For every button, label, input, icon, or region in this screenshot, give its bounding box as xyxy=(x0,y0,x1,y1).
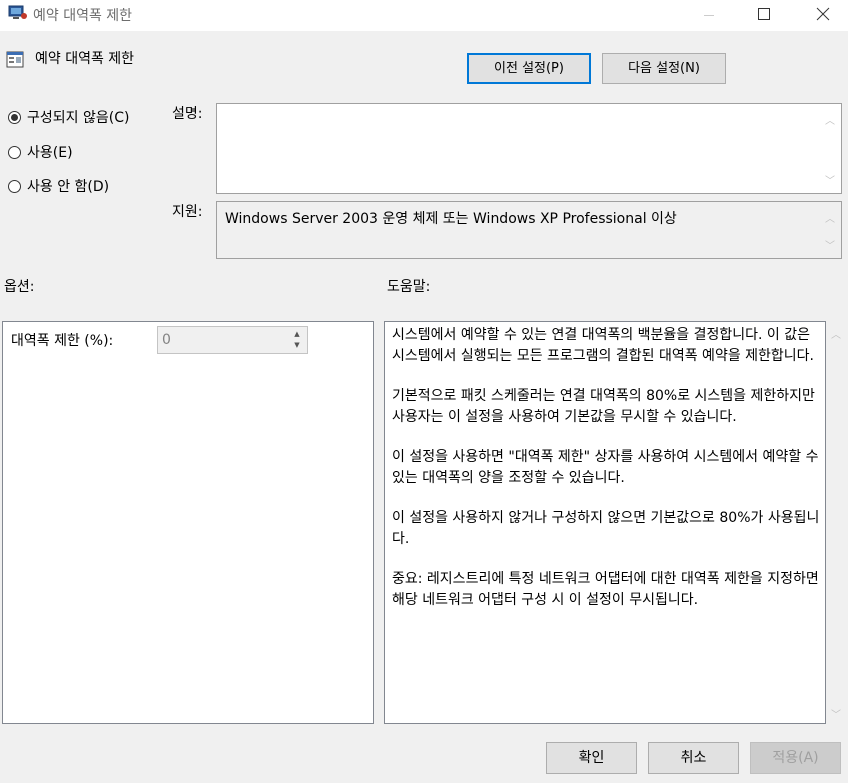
help-paragraph: 시스템에서 예약할 수 있는 연결 대역폭의 백분율을 결정합니다. 이 값은 … xyxy=(392,327,814,364)
radio-unselected-icon xyxy=(8,145,21,159)
apply-button[interactable]: 적용(A) xyxy=(750,742,841,774)
help-paragraph: 이 설정을 사용하지 않거나 구성하지 않으면 기본값으로 80%가 사용됩니다… xyxy=(392,510,820,547)
radio-enabled-label: 사용(E) xyxy=(27,145,73,161)
radio-unselected-icon xyxy=(8,179,21,193)
next-setting-button[interactable]: 다음 설정(N) xyxy=(602,53,726,84)
bandwidth-limit-label: 대역폭 제한 (%): xyxy=(11,333,114,349)
radio-enabled[interactable]: 사용(E) xyxy=(8,142,73,162)
policy-title: 예약 대역폭 제한 xyxy=(35,51,135,67)
scroll-up-icon[interactable]: ︿ xyxy=(831,326,841,341)
help-paragraph: 중요: 레지스트리에 특정 네트워크 어댑터에 대한 대역폭 제한을 지정하면 … xyxy=(392,571,819,608)
cancel-button[interactable]: 취소 xyxy=(648,742,739,774)
help-text: 시스템에서 예약할 수 있는 연결 대역폭의 백분율을 결정합니다. 이 값은 … xyxy=(392,325,822,630)
spinner-buttons: ▲ ▼ xyxy=(289,329,305,351)
window-title: 예약 대역폭 제한 xyxy=(33,8,133,24)
radio-disabled-label: 사용 안 함(D) xyxy=(27,179,110,195)
bandwidth-limit-value: 0 xyxy=(162,332,171,348)
scroll-up-icon[interactable]: ︿ xyxy=(825,112,835,127)
scroll-up-icon[interactable]: ︿ xyxy=(825,210,835,225)
close-icon[interactable] xyxy=(800,0,846,31)
help-panel: 시스템에서 예약할 수 있는 연결 대역폭의 백분율을 결정합니다. 이 값은 … xyxy=(384,321,826,724)
maximize-icon[interactable] xyxy=(740,0,786,31)
support-text: Windows Server 2003 운영 체제 또는 Windows XP … xyxy=(225,211,677,227)
previous-setting-button[interactable]: 이전 설정(P) xyxy=(467,53,591,84)
policy-setting-icon xyxy=(6,51,24,68)
radio-not-configured-label: 구성되지 않음(C) xyxy=(27,110,130,126)
radio-not-configured[interactable]: 구성되지 않음(C) xyxy=(8,107,129,127)
radio-disabled[interactable]: 사용 안 함(D) xyxy=(8,176,109,196)
comment-textarea[interactable]: ︿ ﹀ xyxy=(216,103,842,194)
radio-selected-icon xyxy=(8,110,21,124)
help-paragraph: 기본적으로 패킷 스케줄러는 연결 대역폭의 80%로 시스템을 제한하지만 사… xyxy=(392,388,815,425)
spin-up-icon[interactable]: ▲ xyxy=(289,329,305,340)
help-label: 도움말: xyxy=(387,279,431,295)
minimize-icon[interactable] xyxy=(686,0,732,31)
options-label: 옵션: xyxy=(4,279,35,295)
help-paragraph: 이 설정을 사용하면 "대역폭 제한" 상자를 사용하여 시스템에서 예약할 수… xyxy=(392,449,819,486)
scroll-down-icon[interactable]: ﹀ xyxy=(831,706,841,721)
support-label: 지원: xyxy=(172,204,203,220)
options-panel: 대역폭 제한 (%): 0 ▲ ▼ xyxy=(2,321,374,724)
title-bar: 예약 대역폭 제한 xyxy=(0,0,848,31)
scroll-down-icon[interactable]: ﹀ xyxy=(825,172,835,187)
bandwidth-limit-spinbox[interactable]: 0 ▲ ▼ xyxy=(157,326,308,354)
support-textbox: Windows Server 2003 운영 체제 또는 Windows XP … xyxy=(216,201,842,259)
spin-down-icon[interactable]: ▼ xyxy=(289,340,305,351)
comment-label: 설명: xyxy=(172,106,203,122)
policy-app-icon xyxy=(8,5,27,19)
scroll-down-icon[interactable]: ﹀ xyxy=(825,237,835,252)
ok-button[interactable]: 확인 xyxy=(546,742,637,774)
